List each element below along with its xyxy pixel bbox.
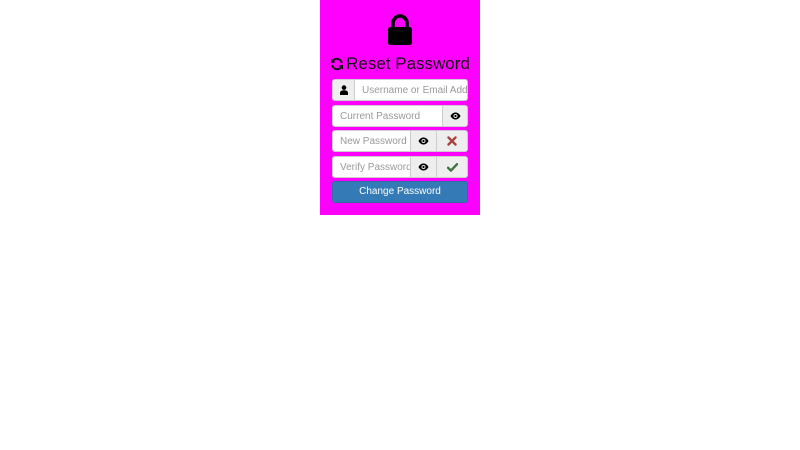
page-title-text: Reset Password bbox=[346, 54, 470, 73]
current-password-row bbox=[332, 105, 468, 127]
refresh-icon bbox=[330, 56, 344, 76]
eye-icon bbox=[418, 163, 429, 171]
user-icon bbox=[333, 80, 355, 100]
eye-icon bbox=[450, 112, 460, 120]
new-password-input[interactable] bbox=[333, 131, 410, 151]
new-password-row bbox=[332, 130, 468, 152]
show-current-password-toggle[interactable] bbox=[442, 106, 467, 126]
verify-password-status bbox=[436, 157, 467, 177]
reset-password-panel: Reset Password Username or Email Address… bbox=[320, 0, 480, 215]
x-mark-icon bbox=[447, 136, 457, 146]
lock-icon bbox=[387, 14, 413, 46]
change-password-button[interactable]: Change Password bbox=[332, 181, 468, 203]
username-row bbox=[332, 79, 468, 101]
show-verify-password-toggle[interactable] bbox=[410, 157, 436, 177]
page-title: Reset Password bbox=[320, 54, 480, 76]
current-password-input[interactable] bbox=[333, 106, 442, 126]
checkmark-icon bbox=[446, 162, 458, 172]
username-input[interactable] bbox=[355, 80, 467, 100]
verify-password-input[interactable] bbox=[333, 157, 410, 177]
verify-password-row bbox=[332, 156, 468, 178]
show-new-password-toggle[interactable] bbox=[410, 131, 436, 151]
new-password-status bbox=[436, 131, 467, 151]
eye-icon bbox=[418, 137, 429, 145]
